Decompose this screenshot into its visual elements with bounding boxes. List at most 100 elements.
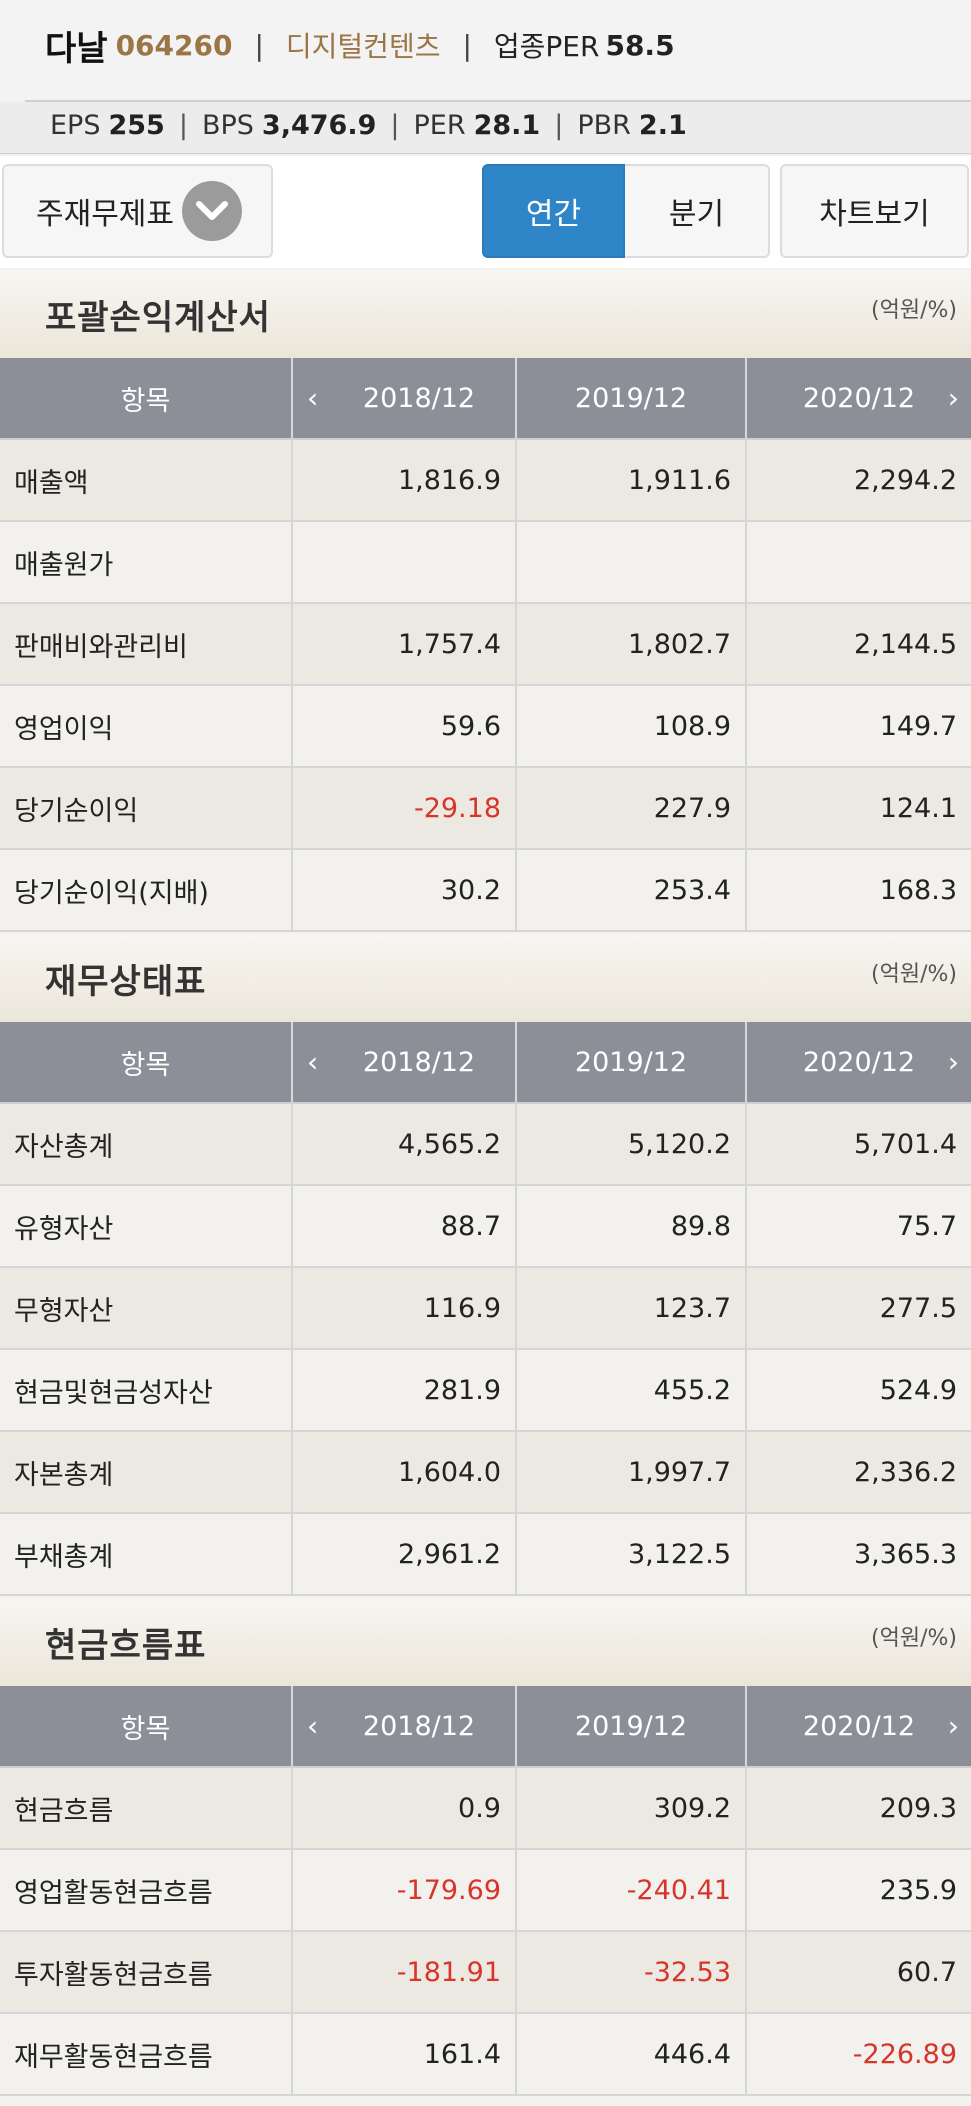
table-row: 영업이익 59.6 108.9 149.7 bbox=[0, 685, 971, 768]
cash-flow-table: 항목 ‹ 2018/12 2019/12 2020/12 › 현금흐름 0.9 309.… bbox=[0, 1686, 971, 2096]
per-value: 28.1 bbox=[473, 110, 541, 141]
tab-quarter[interactable]: 분기 bbox=[625, 164, 770, 258]
chevron-down-icon bbox=[182, 181, 242, 241]
value-cell: 4,565.2 bbox=[292, 1103, 517, 1186]
tab-annual[interactable]: 연간 bbox=[482, 164, 625, 258]
income-statement-table: 항목 ‹ 2018/12 2019/12 2020/12 › 매출액 1,816.9 1… bbox=[0, 358, 971, 932]
table-row: 자본총계 1,604.0 1,997.7 2,336.2 bbox=[0, 1431, 971, 1514]
value-cell bbox=[292, 521, 517, 604]
row-label: 유형자산 bbox=[0, 1185, 293, 1268]
value-cell: 3,122.5 bbox=[516, 1513, 747, 1596]
valuation-metrics: EPS 255 | BPS 3,476.9 | PER 28.1 | PBR 2.1 bbox=[0, 102, 971, 154]
table-row: 매출원가 bbox=[0, 521, 971, 604]
chart-view-button[interactable]: 차트보기 bbox=[780, 164, 969, 258]
value-cell: 455.2 bbox=[516, 1349, 747, 1432]
pbr-label: PBR bbox=[577, 110, 631, 141]
cash-flow-header: 현금흐름표 (억원/%) bbox=[0, 1598, 971, 1686]
company-name[interactable]: 다날 bbox=[45, 21, 108, 70]
table-row: 당기순이익(지배) 30.2 253.4 168.3 bbox=[0, 849, 971, 932]
statement-type-dropdown[interactable]: 주재무제표 bbox=[2, 164, 273, 258]
row-label: 투자활동현금흐름 bbox=[0, 1931, 293, 2014]
table-row: 무형자산 116.9 123.7 277.5 bbox=[0, 1267, 971, 1350]
table-row: 현금및현금성자산 281.9 455.2 524.9 bbox=[0, 1349, 971, 1432]
balance-sheet-header: 재무상태표 (억원/%) bbox=[0, 934, 971, 1022]
value-cell: 1,802.7 bbox=[516, 603, 747, 686]
row-label: 영업활동현금흐름 bbox=[0, 1849, 293, 1932]
value-cell: 168.3 bbox=[746, 849, 971, 932]
value-cell: 235.9 bbox=[746, 1849, 971, 1932]
unit-label: (억원/%) bbox=[871, 1626, 957, 1651]
value-cell: 1,911.6 bbox=[516, 439, 747, 522]
row-label: 무형자산 bbox=[0, 1267, 293, 1350]
eps-value: 255 bbox=[108, 110, 165, 141]
value-cell: 524.9 bbox=[746, 1349, 971, 1432]
row-label: 매출액 bbox=[0, 439, 293, 522]
column-header-period: 2020/12 › bbox=[746, 1686, 971, 1768]
value-cell: 2,961.2 bbox=[292, 1513, 517, 1596]
value-cell: 149.7 bbox=[746, 685, 971, 768]
row-label: 당기순이익(지배) bbox=[0, 849, 293, 932]
separator: | bbox=[178, 110, 188, 141]
table-row: 당기순이익 -29.18 227.9 124.1 bbox=[0, 767, 971, 850]
chevron-left-icon[interactable]: ‹ bbox=[307, 1046, 318, 1079]
value-cell: -226.89 bbox=[746, 2013, 971, 2096]
column-header-period: ‹ 2018/12 bbox=[292, 358, 517, 440]
value-cell: 88.7 bbox=[292, 1185, 517, 1268]
separator: | bbox=[462, 28, 472, 62]
value-cell: 75.7 bbox=[746, 1185, 971, 1268]
value-cell: 277.5 bbox=[746, 1267, 971, 1350]
row-label: 영업이익 bbox=[0, 685, 293, 768]
income-statement-header: 포괄손익계산서 (억원/%) bbox=[0, 270, 971, 358]
value-cell: 227.9 bbox=[516, 767, 747, 850]
chevron-right-icon[interactable]: › bbox=[948, 1046, 959, 1079]
stock-code: 064260 bbox=[115, 28, 233, 62]
value-cell bbox=[746, 521, 971, 604]
value-cell: 123.7 bbox=[516, 1267, 747, 1350]
pbr-value: 2.1 bbox=[638, 110, 687, 141]
section-title: 포괄손익계산서 bbox=[45, 298, 271, 338]
value-cell: 0.9 bbox=[292, 1767, 517, 1850]
separator: | bbox=[390, 110, 400, 141]
column-header-item: 항목 bbox=[0, 1686, 293, 1768]
value-cell: 1,997.7 bbox=[516, 1431, 747, 1514]
column-header-period: 2020/12 › bbox=[746, 1022, 971, 1104]
value-cell: 124.1 bbox=[746, 767, 971, 850]
eps-label: EPS bbox=[50, 110, 101, 141]
value-cell: -29.18 bbox=[292, 767, 517, 850]
separator: | bbox=[254, 28, 264, 62]
dropdown-label: 주재무제표 bbox=[36, 197, 174, 232]
row-label: 현금및현금성자산 bbox=[0, 1349, 293, 1432]
row-label: 현금흐름 bbox=[0, 1767, 293, 1850]
value-cell: 1,757.4 bbox=[292, 603, 517, 686]
column-header-item: 항목 bbox=[0, 358, 293, 440]
chevron-right-icon[interactable]: › bbox=[948, 382, 959, 415]
column-header-period: ‹ 2018/12 bbox=[292, 1686, 517, 1768]
chevron-left-icon[interactable]: ‹ bbox=[307, 1710, 318, 1743]
value-cell: 309.2 bbox=[516, 1767, 747, 1850]
value-cell: 2,336.2 bbox=[746, 1431, 971, 1514]
section-title: 현금흐름표 bbox=[45, 1626, 207, 1666]
row-label: 자본총계 bbox=[0, 1431, 293, 1514]
table-row: 투자활동현금흐름 -181.91 -32.53 60.7 bbox=[0, 1931, 971, 2014]
value-cell: -181.91 bbox=[292, 1931, 517, 2014]
value-cell: 108.9 bbox=[516, 685, 747, 768]
table-row: 유형자산 88.7 89.8 75.7 bbox=[0, 1185, 971, 1268]
table-row: 매출액 1,816.9 1,911.6 2,294.2 bbox=[0, 439, 971, 522]
statement-controls: 주재무제표 연간 분기 차트보기 bbox=[0, 156, 971, 268]
stock-header: 다날 064260 | 디지털컨텐츠 | 업종PER 58.5 bbox=[0, 0, 971, 100]
chevron-right-icon[interactable]: › bbox=[948, 1710, 959, 1743]
value-cell: 281.9 bbox=[292, 1349, 517, 1432]
chevron-left-icon[interactable]: ‹ bbox=[307, 382, 318, 415]
per-label: PER bbox=[413, 110, 466, 141]
industry-per-value: 58.5 bbox=[605, 28, 675, 62]
industry-link[interactable]: 디지털컨텐츠 bbox=[286, 25, 441, 65]
value-cell: 116.9 bbox=[292, 1267, 517, 1350]
row-label: 부채총계 bbox=[0, 1513, 293, 1596]
row-label: 매출원가 bbox=[0, 521, 293, 604]
value-cell: 59.6 bbox=[292, 685, 517, 768]
value-cell: 5,120.2 bbox=[516, 1103, 747, 1186]
industry-per-label: 업종PER bbox=[493, 30, 600, 63]
value-cell: 1,604.0 bbox=[292, 1431, 517, 1514]
row-label: 재무활동현금흐름 bbox=[0, 2013, 293, 2096]
value-cell: -179.69 bbox=[292, 1849, 517, 1932]
